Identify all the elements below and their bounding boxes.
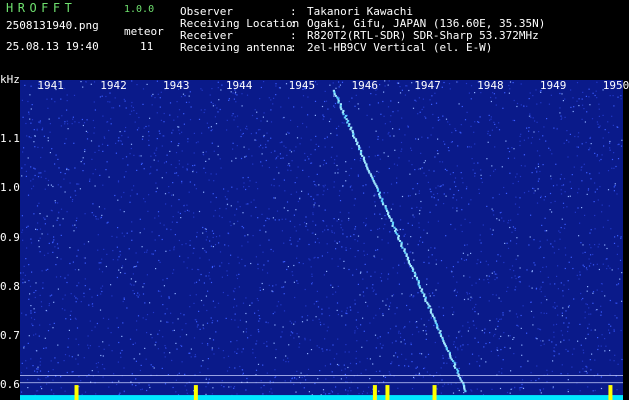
x-tick-label: 1949 — [539, 79, 567, 92]
x-tick-label: 1948 — [477, 79, 504, 92]
app-logo: HROFFT — [6, 1, 77, 15]
meteor-label: meteor — [124, 25, 164, 38]
burst-mark — [372, 385, 377, 400]
datetime: 25.08.13 19:40 — [6, 40, 99, 53]
meteor-count: 11 — [140, 40, 154, 53]
spectrogram-svg — [20, 80, 623, 400]
y-tick-label: 1.1 — [0, 132, 20, 146]
y-tick-label: 1.0 — [0, 181, 20, 195]
x-tick-label: 1946 — [351, 79, 378, 92]
burst-mark — [385, 385, 390, 400]
burst-mark — [74, 385, 79, 400]
y-tick-label: 0.7 — [0, 329, 20, 342]
x-tick-label: 1943 — [163, 79, 190, 92]
x-tick-label: 1942 — [100, 79, 127, 92]
x-tick-label: 1950 — [602, 79, 629, 92]
baseline-band — [20, 395, 623, 400]
y-tick-label: 0.6 — [0, 378, 20, 392]
x-tick-label: 1944 — [225, 79, 253, 92]
meteor-trace — [332, 89, 467, 393]
spectrogram — [20, 80, 623, 400]
app-version: 1.0.0 — [124, 4, 155, 15]
filename: 2508131940.png — [6, 19, 99, 32]
x-tick-label: 1941 — [37, 79, 64, 92]
x-tick-label: 1945 — [288, 79, 316, 92]
noise-speckle — [20, 80, 623, 400]
x-tick-label: 1947 — [414, 79, 441, 92]
y-tick-label: 0.9 — [0, 230, 20, 244]
antenna-sep: : — [290, 41, 297, 54]
y-axis-unit: kHz — [0, 73, 20, 86]
y-tick-label: 0.8 — [0, 279, 20, 293]
antenna-label: Receiving antenna — [180, 41, 293, 54]
time-axis: 1941 1942 1943 1944 1945 1946 1947 1948 1949 1950 — [0, 80, 629, 94]
header: HROFFT 1.0.0 2508131940.png meteor 25.08… — [0, 0, 629, 80]
antenna-value: 2el-HB9CV Vertical (el. E-W) — [307, 41, 493, 54]
right-border — [623, 80, 629, 400]
burst-mark — [432, 385, 437, 400]
burst-mark — [193, 385, 198, 400]
burst-mark — [608, 385, 613, 400]
